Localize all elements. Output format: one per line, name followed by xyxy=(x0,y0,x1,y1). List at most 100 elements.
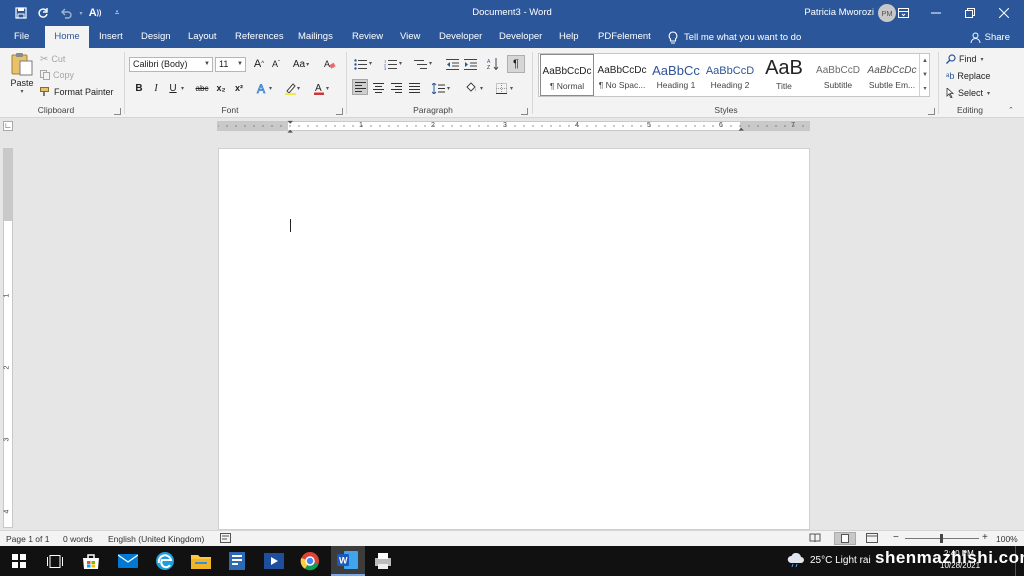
font-name-select[interactable]: Calibri (Body) ▼ xyxy=(129,57,213,72)
clipboard-launcher-icon[interactable] xyxy=(114,108,121,115)
vertical-ruler[interactable]: 1 2 3 4 xyxy=(3,148,13,528)
save-icon[interactable] xyxy=(12,4,30,22)
collapse-ribbon-icon[interactable]: ⌃ xyxy=(1008,106,1014,114)
word-count[interactable]: 0 words xyxy=(63,534,93,544)
select-button[interactable]: Select ▾ xyxy=(946,86,990,100)
justify-icon[interactable] xyxy=(406,80,422,96)
tab-selector-icon[interactable]: ∟ xyxy=(3,121,13,131)
tab-layout[interactable]: Layout xyxy=(180,26,225,48)
tab-file[interactable]: File xyxy=(6,26,37,48)
superscript-button[interactable]: x² xyxy=(231,80,247,96)
tab-developer-2[interactable]: Developer xyxy=(491,26,550,48)
paragraph-launcher-icon[interactable] xyxy=(521,108,528,115)
media-player-icon[interactable] xyxy=(263,550,285,572)
tab-home[interactable]: Home xyxy=(45,26,89,48)
page-count[interactable]: Page 1 of 1 xyxy=(6,534,49,544)
horizontal-ruler[interactable]: ⏷ ⏶ ⏶ 1 2 3 4 5 6 7 xyxy=(217,118,810,136)
style-heading-1[interactable]: AaBbCc Heading 1 xyxy=(649,54,703,96)
right-indent-marker[interactable]: ⏶ xyxy=(738,125,744,135)
shading-icon[interactable] xyxy=(463,80,479,96)
taskbar-word-active[interactable]: W xyxy=(331,546,365,576)
grow-font-icon[interactable]: A ^ xyxy=(251,56,267,72)
borders-icon[interactable] xyxy=(493,80,509,96)
repeat-icon[interactable] xyxy=(34,4,52,22)
print-layout-icon[interactable] xyxy=(834,532,856,545)
close-icon[interactable] xyxy=(987,0,1021,26)
mail-icon[interactable] xyxy=(117,550,139,572)
web-layout-icon[interactable] xyxy=(866,533,878,543)
zoom-slider-thumb[interactable] xyxy=(940,534,943,543)
ribbon-display-options-icon[interactable] xyxy=(886,0,920,26)
font-launcher-icon[interactable] xyxy=(336,108,343,115)
align-right-icon[interactable] xyxy=(388,80,404,96)
document-page[interactable] xyxy=(218,148,810,530)
cut-button[interactable]: ✂ Cut xyxy=(40,52,65,66)
italic-button[interactable]: I xyxy=(148,80,164,96)
proofing-icon[interactable] xyxy=(220,533,231,543)
font-color-icon[interactable]: A xyxy=(311,80,327,96)
user-name[interactable]: Patricia Mworozi xyxy=(804,7,874,18)
printer-app-icon[interactable] xyxy=(372,550,394,572)
weather-text[interactable]: 25°C Light rai xyxy=(810,555,871,566)
style-normal[interactable]: AaBbCcDc ¶ Normal xyxy=(540,54,594,96)
share-button[interactable]: Share xyxy=(970,26,1010,48)
chevron-down-icon[interactable]: ▾ xyxy=(447,85,450,92)
chrome-icon[interactable] xyxy=(299,550,321,572)
hanging-indent-marker[interactable]: ⏶ xyxy=(287,127,293,137)
chevron-down-icon[interactable]: ▾ xyxy=(326,85,329,92)
chevron-down-icon[interactable]: ▾ xyxy=(297,85,300,92)
highlighter-icon[interactable] xyxy=(282,80,298,96)
style-subtitle[interactable]: AaBbCcD Subtitle xyxy=(811,54,865,96)
find-button[interactable]: Find ▾ xyxy=(946,52,984,66)
tab-review[interactable]: Review xyxy=(344,26,391,48)
align-left-icon[interactable] xyxy=(352,79,368,95)
tab-view[interactable]: View xyxy=(392,26,428,48)
read-mode-icon[interactable] xyxy=(809,533,821,543)
style-heading-2[interactable]: AaBbCcD Heading 2 xyxy=(703,54,757,96)
zoom-out-button[interactable]: − xyxy=(893,532,899,543)
minimize-icon[interactable] xyxy=(919,0,953,26)
tab-pdfelement[interactable]: PDFelement xyxy=(590,26,659,48)
increase-indent-icon[interactable] xyxy=(462,56,478,72)
tab-developer[interactable]: Developer xyxy=(431,26,490,48)
chevron-down-icon[interactable]: ▾ xyxy=(510,85,513,92)
chevron-down-icon[interactable]: ▾ xyxy=(480,85,483,92)
line-spacing-icon[interactable] xyxy=(430,80,446,96)
paste-button[interactable]: Paste ▾ xyxy=(8,52,36,96)
tab-design[interactable]: Design xyxy=(133,26,179,48)
tell-me-search[interactable]: Tell me what you want to do xyxy=(668,26,801,48)
store-icon[interactable] xyxy=(80,550,102,572)
start-icon[interactable] xyxy=(8,550,30,572)
language[interactable]: English (United Kingdom) xyxy=(108,534,204,544)
style-subtle-emphasis[interactable]: AaBbCcDc Subtle Em... xyxy=(865,54,919,96)
shrink-font-icon[interactable]: Aˇ xyxy=(268,56,284,72)
tab-mailings[interactable]: Mailings xyxy=(290,26,341,48)
chevron-down-icon[interactable]: ▾ xyxy=(269,85,272,92)
sort-icon[interactable]: AZ xyxy=(485,56,501,72)
bold-button[interactable]: B xyxy=(131,80,147,96)
chevron-down-icon[interactable]: ▾ xyxy=(399,60,402,67)
tab-help[interactable]: Help xyxy=(551,26,587,48)
restore-icon[interactable] xyxy=(953,0,987,26)
show-formatting-marks-icon[interactable]: ¶ xyxy=(507,55,525,73)
chevron-down-icon[interactable]: ▾ xyxy=(429,60,432,67)
font-size-select[interactable]: 11 ▼ xyxy=(215,57,246,72)
styles-launcher-icon[interactable] xyxy=(928,108,935,115)
task-view-icon[interactable] xyxy=(44,550,66,572)
format-painter-button[interactable]: Format Painter xyxy=(40,85,114,99)
clear-formatting-icon[interactable]: A xyxy=(322,56,338,72)
file-explorer-icon[interactable] xyxy=(190,550,212,572)
style-title[interactable]: AaB Title xyxy=(757,54,811,96)
copy-button[interactable]: Copy xyxy=(40,68,74,82)
subscript-button[interactable]: x₂ xyxy=(213,80,229,96)
zoom-level[interactable]: 100% xyxy=(996,534,1018,544)
multilevel-list-icon[interactable] xyxy=(412,56,428,72)
align-center-icon[interactable] xyxy=(370,80,386,96)
tab-references[interactable]: References xyxy=(227,26,292,48)
style-no-spacing[interactable]: AaBbCcDc ¶ No Spac... xyxy=(595,54,649,96)
tab-insert[interactable]: Insert xyxy=(91,26,131,48)
gallery-scroll[interactable]: ▲ ▼ ▾ xyxy=(919,54,930,96)
app-icon[interactable] xyxy=(226,550,248,572)
strikethrough-button[interactable]: abc xyxy=(193,80,211,96)
zoom-in-button[interactable]: + xyxy=(982,532,988,543)
